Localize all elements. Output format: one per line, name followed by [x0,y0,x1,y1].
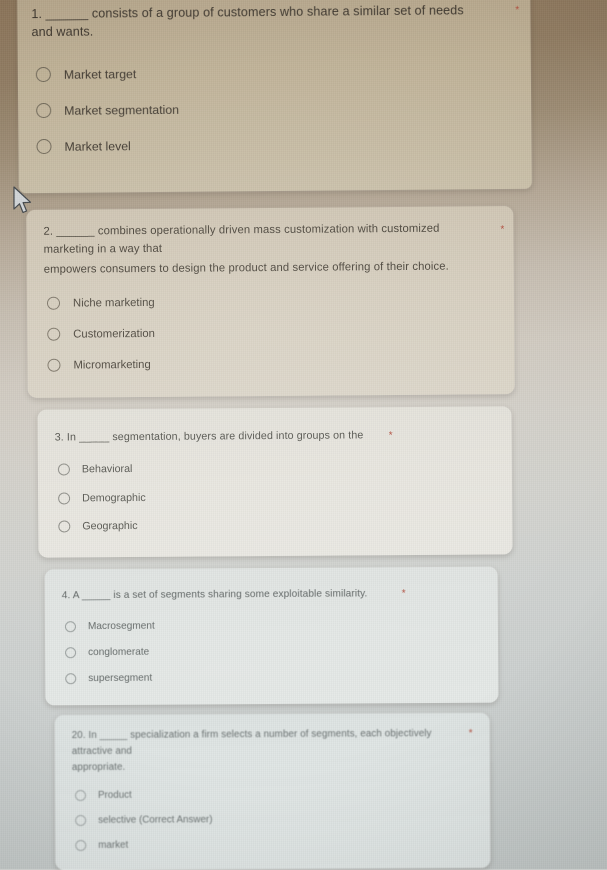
question-2-option-1-label: Customerization [73,327,155,341]
radio-button-icon[interactable] [35,66,51,83]
question-2-text-line-1: 2. ______ combines operationally driven … [43,222,440,238]
question-4-required-marker: * [401,588,406,600]
question-2-option-0-label: Niche marketing [72,296,155,310]
question-2-required-marker: * [500,224,505,236]
question-20-text-line-3: appropriate. [71,761,126,774]
question-1-option-1-label: Market segmentation [64,102,180,118]
radio-button-icon[interactable] [36,138,52,155]
question-3-option-0[interactable]: Behavioral [57,462,133,476]
question-3-option-1[interactable]: Demographic [58,492,146,505]
question-card-1: 1. ______ consists of a group of custome… [17,0,532,194]
radio-button-icon[interactable] [65,673,77,685]
question-20-option-1[interactable]: selective (Correct Answer) [75,814,213,827]
radio-button-icon[interactable] [58,492,71,505]
radio-button-icon[interactable] [75,839,87,852]
question-3-option-2[interactable]: Geographic [58,519,138,533]
question-2-text-line-2: marketing in a way that [43,242,163,256]
question-3-option-1-label: Demographic [82,491,146,505]
question-1-option-2-label: Market level [64,138,131,154]
question-card-4: 4. A _____ is a set of segments sharing … [44,566,499,706]
radio-button-icon[interactable] [46,296,61,310]
question-20-option-0-label: Product [97,789,132,801]
question-20-option-2-label: market [98,839,129,851]
radio-button-icon[interactable] [64,621,76,633]
question-20-option-0[interactable]: Product [74,789,132,802]
question-4-text-line-1: 4. A _____ is a set of segments sharing … [61,588,368,602]
question-2-option-2[interactable]: Micromarketing [47,358,151,372]
radio-button-icon[interactable] [36,102,52,119]
arrow-cursor-icon [13,186,32,214]
question-2-option-1[interactable]: Customerization [47,327,155,341]
question-3-text-line-1: 3. In _____ segmentation, buyers are div… [54,429,364,444]
question-2-option-2-label: Micromarketing [73,358,151,372]
radio-button-icon[interactable] [65,647,77,659]
question-20-option-1-label: selective (Correct Answer) [98,814,213,826]
question-20-option-2[interactable]: market [75,839,129,852]
question-4-option-0[interactable]: Macrosegment [64,620,155,633]
question-20-required-marker: * [468,727,473,739]
question-4-option-1[interactable]: conglomerate [65,647,149,659]
radio-button-icon[interactable] [57,463,70,476]
question-4-option-0-label: Macrosegment [87,620,155,633]
question-2-text-line-3: empowers consumers to design the product… [43,260,449,276]
question-card-20: 20. In _____ specialization a firm selec… [54,712,491,870]
question-1-option-2[interactable]: Market level [36,138,131,155]
question-1-text-line-1: 1. ______ consists of a group of custome… [31,3,464,22]
question-20-text-line-2: attractive and [71,745,133,758]
question-card-3: 3. In _____ segmentation, buyers are div… [37,406,513,558]
radio-button-icon[interactable] [47,327,61,341]
question-4-option-1-label: conglomerate [88,646,150,659]
question-2-option-0[interactable]: Niche marketing [46,296,155,310]
radio-button-icon[interactable] [75,814,87,827]
question-4-option-2-label: supersegment [88,672,153,685]
radio-button-icon[interactable] [58,520,71,533]
question-4-option-2[interactable]: supersegment [65,673,152,685]
question-1-option-1[interactable]: Market segmentation [36,102,180,119]
question-card-2: 2. ______ combines operationally driven … [26,206,515,398]
question-3-option-2-label: Geographic [82,519,138,533]
question-1-option-0[interactable]: Market target [35,66,137,83]
question-20-text-line-1: 20. In _____ specialization a firm selec… [71,728,432,742]
radio-button-icon[interactable] [74,789,87,802]
question-3-option-0-label: Behavioral [81,462,133,476]
question-1-option-0-label: Market target [63,66,137,82]
question-1-text-line-2: and wants. [31,24,94,40]
radio-button-icon[interactable] [47,358,61,372]
question-3-required-marker: * [388,430,393,442]
question-1-required-marker: * [515,4,520,16]
